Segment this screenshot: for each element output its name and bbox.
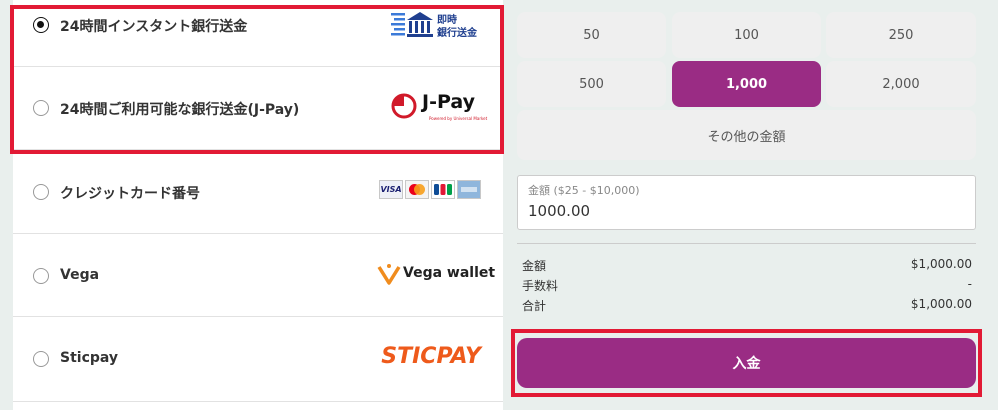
payment-method-label: 24時間インスタント銀行送金: [60, 19, 248, 35]
amount-option-1000[interactable]: 1,000: [672, 61, 821, 107]
payment-method-list: 24時間インスタント銀行送金 即時 銀行送金 24時間ご利用可能な銀行送金(J-…: [13, 0, 503, 410]
payment-method-label: 24時間ご利用可能な銀行送金(J-Pay): [60, 102, 300, 118]
summary-value: $1,000.00: [910, 257, 972, 271]
payment-method-label: Sticpay: [60, 350, 119, 366]
payment-method-instant-bank[interactable]: 24時間インスタント銀行送金 即時 銀行送金: [13, 0, 503, 67]
deposit-amount-panel: 50 100 250 500 1,000 2,000 その他の金額 金額 ($2…: [517, 0, 977, 410]
summary-label: 手数料: [522, 279, 559, 293]
payment-method-jpay[interactable]: 24時間ご利用可能な銀行送金(J-Pay) J-Pay Powered by U…: [13, 67, 503, 150]
amount-input[interactable]: [528, 202, 958, 220]
summary-label: 金額: [522, 259, 547, 273]
instant-bank-logo-line2: 銀行送金: [437, 28, 477, 39]
amount-option-500[interactable]: 500: [517, 61, 666, 107]
radio-vega[interactable]: [33, 268, 49, 284]
amount-option-100[interactable]: 100: [672, 12, 821, 58]
instant-bank-logo: 即時 銀行送金: [391, 8, 481, 40]
amount-option-250[interactable]: 250: [826, 12, 976, 58]
mastercard-icon: [405, 180, 429, 199]
summary-value: -: [967, 277, 972, 291]
radio-jpay[interactable]: [33, 100, 49, 116]
jpay-logo-subtext: Powered by Universal Market: [429, 116, 488, 121]
amount-option-50[interactable]: 50: [517, 12, 666, 58]
vega-wallet-logo-text: Vega wallet: [403, 265, 496, 281]
payment-method-vega[interactable]: Vega Vega wallet: [13, 234, 503, 317]
summary-label: 合計: [522, 299, 547, 313]
jcb-icon: [431, 180, 455, 199]
payment-method-credit-card[interactable]: クレジットカード番号 VISA: [13, 150, 503, 234]
amount-option-2000[interactable]: 2,000: [826, 61, 976, 107]
deposit-button[interactable]: 入金: [517, 338, 976, 388]
card-brands-logo: VISA: [379, 180, 481, 199]
payment-method-label: クレジットカード番号: [60, 186, 200, 202]
visa-icon: VISA: [379, 180, 403, 199]
sticpay-logo: STICPAY: [381, 344, 481, 369]
vega-wallet-logo: Vega wallet: [377, 263, 495, 287]
summary-value: $1,000.00: [910, 297, 972, 311]
amount-field[interactable]: 金額 ($25 - $10,000): [517, 175, 976, 230]
other-amount-button[interactable]: その他の金額: [517, 110, 976, 160]
payment-method-sticpay[interactable]: Sticpay STICPAY: [13, 317, 503, 402]
jpay-logo: J-Pay Powered by Universal Market: [391, 91, 487, 123]
amex-icon: [457, 180, 481, 199]
radio-instant-bank[interactable]: [33, 17, 49, 33]
deposit-page: 24時間インスタント銀行送金 即時 銀行送金 24時間ご利用可能な銀行送金(J-…: [0, 0, 998, 410]
summary-divider: [517, 243, 976, 244]
jpay-logo-text: J-Pay: [422, 91, 475, 113]
radio-credit-card[interactable]: [33, 184, 49, 200]
payment-method-label: Vega: [60, 267, 100, 283]
radio-sticpay[interactable]: [33, 351, 49, 367]
amount-field-label: 金額 ($25 - $10,000): [528, 184, 640, 197]
